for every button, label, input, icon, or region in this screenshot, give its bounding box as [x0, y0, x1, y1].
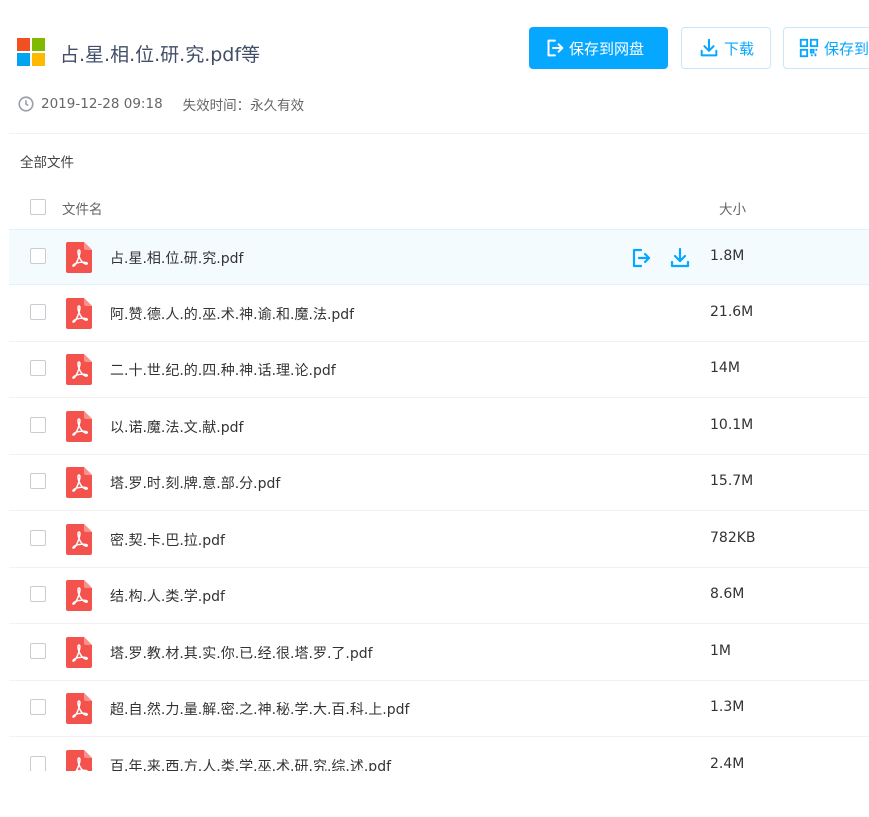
table-row[interactable]: 密.契.卡.巴.拉.pdf 782KB: [9, 512, 869, 568]
file-size: 1.8M: [710, 248, 745, 264]
file-name[interactable]: 密.契.卡.巴.拉.pdf: [110, 530, 225, 550]
pdf-file-icon: [66, 297, 92, 329]
table-row[interactable]: 以.诺.魔.法.文.献.pdf 10.1M: [9, 399, 869, 455]
pdf-file-icon: [66, 693, 92, 724]
row-checkbox[interactable]: [30, 416, 46, 433]
clock-icon: [18, 96, 34, 112]
save-to-disk-label: 保存到网盘: [569, 39, 645, 58]
file-size: 14M: [710, 360, 740, 376]
share-header: 占.星.相.位.研.究.pdf等 保存到网盘 下载 保存到手机 2019-12-…: [0, 0, 869, 135]
file-size: 15.7M: [710, 473, 754, 489]
pdf-file-icon: [66, 749, 92, 771]
row-download-icon[interactable]: [667, 246, 693, 270]
divider: [9, 133, 869, 134]
row-checkbox[interactable]: [30, 473, 46, 489]
file-name[interactable]: 占.星.相.位.研.究.pdf: [110, 248, 243, 268]
file-size: 782KB: [710, 529, 756, 546]
save-to-disk-button[interactable]: 保存到网盘: [529, 27, 668, 69]
share-meta: 2019-12-28 09:18 失效时间：永久有效: [17, 94, 304, 114]
file-size: 2.4M: [710, 755, 745, 772]
download-label: 下载: [724, 39, 755, 58]
table-row[interactable]: 结.构.人.类.学.pdf 8.6M: [9, 568, 869, 624]
file-name[interactable]: 塔.罗.时.刻.牌.意.部.分.pdf: [110, 473, 280, 493]
row-save-to-disk-icon[interactable]: [627, 246, 653, 270]
page-title: 占.星.相.位.研.究.pdf等: [60, 44, 261, 66]
pdf-file-icon: [66, 467, 92, 498]
row-checkbox[interactable]: [30, 529, 46, 546]
pdf-file-icon: [66, 242, 92, 273]
breadcrumb[interactable]: 全部文件: [20, 151, 74, 171]
file-name[interactable]: 超.自.然.力.量.解.密.之.神.秘.学.大.百.科.上.pdf: [110, 699, 409, 719]
pdf-file-icon: [66, 580, 92, 611]
file-name[interactable]: 二.十.世.纪.的.四.种.神.话.理.论.pdf: [110, 360, 336, 380]
table-row[interactable]: 占.星.相.位.研.究.pdf 1.8M: [9, 229, 869, 285]
pdf-file-icon: [66, 523, 92, 555]
table-row[interactable]: 百.年.来.西.方.人.类.学.巫.术.研.究.综.述.pdf 2.4M: [9, 738, 869, 772]
table-row[interactable]: 二.十.世.纪.的.四.种.神.话.理.论.pdf 14M: [9, 342, 869, 398]
file-size: 8.6M: [710, 586, 745, 602]
file-list: 占.星.相.位.研.究.pdf 1.8M 阿.赞.德.人.的.巫.术.神.谕.和…: [9, 229, 869, 771]
save-to-phone-button[interactable]: 保存到手机: [783, 27, 869, 69]
save-to-phone-label: 保存到手机: [824, 39, 869, 58]
file-name[interactable]: 塔.罗.教.材.其.实.你.已.经.很.塔.罗.了.pdf: [110, 643, 373, 663]
row-checkbox[interactable]: [30, 303, 46, 320]
file-name[interactable]: 以.诺.魔.法.文.献.pdf: [110, 417, 243, 437]
pdf-file-icon: [66, 636, 92, 668]
select-all-checkbox[interactable]: [30, 199, 46, 215]
row-checkbox[interactable]: [30, 755, 46, 771]
row-checkbox[interactable]: [30, 699, 46, 715]
table-row[interactable]: 超.自.然.力.量.解.密.之.神.秘.学.大.百.科.上.pdf 1.3M: [9, 681, 869, 737]
file-size: 1M: [710, 642, 731, 659]
table-row[interactable]: 塔.罗.时.刻.牌.意.部.分.pdf 15.7M: [9, 455, 869, 511]
file-size: 21.6M: [710, 303, 754, 320]
row-checkbox[interactable]: [30, 642, 46, 659]
row-checkbox[interactable]: [30, 360, 46, 376]
expiry-text: 失效时间：永久有效: [182, 98, 305, 114]
column-header-size[interactable]: 大小: [719, 198, 746, 218]
download-button[interactable]: 下载: [681, 27, 771, 69]
file-size: 10.1M: [710, 416, 754, 433]
save-to-disk-icon: [547, 39, 564, 57]
table-header: 文件名 大小: [9, 186, 869, 228]
row-checkbox[interactable]: [30, 586, 46, 602]
pdf-file-icon: [66, 354, 92, 385]
share-date: 2019-12-28 09:18: [41, 96, 163, 112]
qr-code-icon: [799, 38, 819, 58]
table-row[interactable]: 塔.罗.教.材.其.实.你.已.经.很.塔.罗.了.pdf 1M: [9, 625, 869, 681]
file-name[interactable]: 结.构.人.类.学.pdf: [110, 586, 225, 606]
download-icon: [700, 38, 718, 57]
windows-logo-icon: [17, 38, 45, 66]
file-name[interactable]: 阿.赞.德.人.的.巫.术.神.谕.和.魔.法.pdf: [110, 304, 354, 324]
row-checkbox[interactable]: [30, 248, 46, 264]
file-name[interactable]: 百.年.来.西.方.人.类.学.巫.术.研.究.综.述.pdf: [110, 756, 391, 772]
file-size: 1.3M: [710, 699, 745, 715]
pdf-file-icon: [66, 410, 92, 442]
table-row[interactable]: 阿.赞.德.人.的.巫.术.神.谕.和.魔.法.pdf 21.6M: [9, 286, 869, 342]
column-header-name[interactable]: 文件名: [62, 198, 103, 218]
